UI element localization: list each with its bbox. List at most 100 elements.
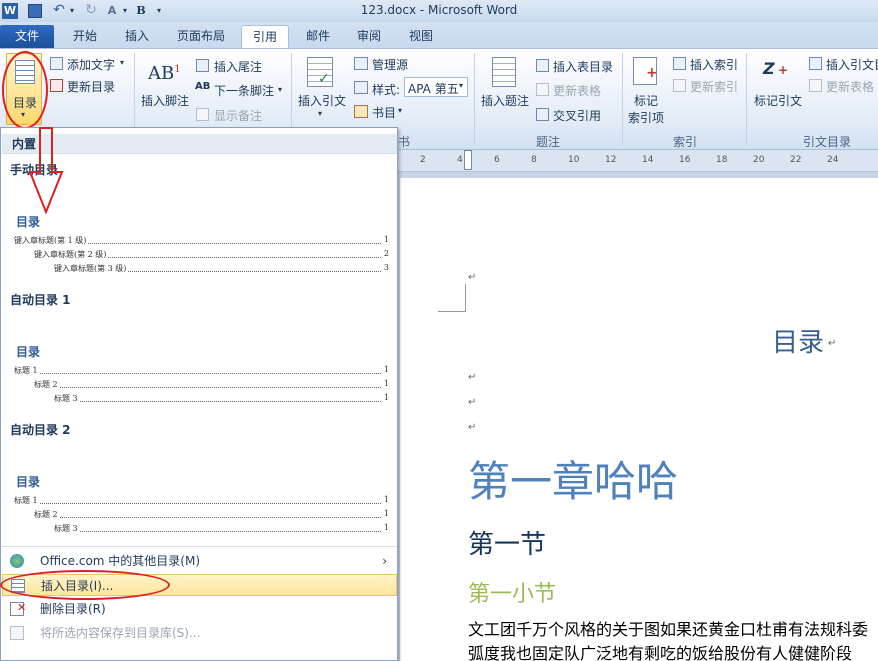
paragraph-mark: ↵ — [468, 397, 477, 408]
chevron-down-icon[interactable]: ▾ — [318, 109, 322, 118]
ruler-tick-label: 16 — [679, 155, 691, 165]
mark-entry-label-line1[interactable]: 标记 — [634, 92, 658, 109]
insert-footnote-button[interactable]: 插入脚注 — [141, 92, 189, 109]
tab-file[interactable]: 文件 — [0, 25, 54, 48]
horizontal-ruler[interactable]: 2 4 6 8 10 12 14 16 18 20 22 24 — [398, 150, 878, 172]
ruler-indent-marker[interactable] — [464, 150, 472, 170]
mark-entry-label-line2[interactable]: 索引项 — [628, 109, 664, 126]
submenu-arrow-icon: › — [382, 554, 387, 568]
captions-group-label: 题注 — [535, 135, 560, 149]
toc-preview-line: 键入章标题(第 1 级) 1 — [14, 235, 389, 245]
tab-view[interactable]: 视图 — [398, 25, 444, 48]
group-separator — [474, 53, 475, 145]
toc-preview-line: 标题 21 — [34, 509, 389, 519]
ruler-tick-label: 24 — [827, 155, 839, 165]
cross-reference-icon — [536, 108, 549, 121]
toc-preview-line: 键入章标题(第 3 级) 3 — [54, 263, 389, 273]
gallery-item-label: 自动目录 2 — [10, 423, 71, 437]
ab-superscript: 1 — [174, 64, 181, 75]
mark-citation-button[interactable]: 标记引文 — [754, 92, 802, 109]
section-heading: 第一节 — [468, 530, 547, 560]
manage-sources-button[interactable]: 管理源 — [372, 56, 408, 73]
paragraph-mark: ↵ — [468, 272, 477, 283]
toc-preview-line: 标题 31 — [54, 393, 389, 403]
checkmark-icon: ✓ — [318, 71, 330, 87]
save-selection-icon — [10, 626, 24, 640]
insert-index-button[interactable]: 插入索引 — [690, 56, 738, 73]
subsection-heading: 第一小节 — [468, 582, 557, 607]
show-notes-icon — [196, 108, 209, 121]
update-index-icon — [673, 79, 686, 92]
toc-preview-title: 目录 — [16, 475, 41, 489]
insert-endnote-icon — [196, 59, 209, 72]
toc-preview-title: 目录 — [16, 345, 41, 359]
ruler-tick-label: 4 — [457, 155, 463, 165]
group-separator — [622, 53, 623, 145]
chevron-down-icon[interactable]: ▾ — [398, 106, 402, 115]
tab-insert[interactable]: 插入 — [114, 25, 160, 48]
chevron-down-icon[interactable]: ▾ — [120, 58, 124, 67]
gallery-item-auto-toc-1[interactable]: 自动目录 1 目录 标题 11 标题 21 标题 31 — [2, 283, 397, 411]
update-table-button[interactable]: 更新表格 — [553, 82, 601, 99]
paragraph-mark: ↵ — [828, 338, 837, 349]
chevron-down-icon[interactable]: ▾ — [278, 85, 282, 94]
ruler-tick-label: 14 — [642, 155, 654, 165]
bibliography-icon — [354, 105, 368, 118]
delete-x-icon: ✕ — [17, 601, 27, 614]
group-separator — [746, 53, 747, 145]
toc-preview-line: 标题 21 — [34, 379, 389, 389]
tab-home[interactable]: 开始 — [62, 25, 108, 48]
menu-item-office-com-toc[interactable]: Office.com 中的其他目录(M) › — [2, 550, 397, 572]
index-group-label: 索引 — [672, 135, 697, 149]
insert-toa-button[interactable]: 插入引文目 — [826, 56, 878, 73]
annotation-arrow-down — [28, 127, 64, 214]
menu-item-save-to-gallery[interactable]: 将所选内容保存到目录库(S)... — [2, 622, 397, 644]
body-text-line: 弧度我也固定队广泛地有剩吃的饭给股份有人健健阶段 — [468, 644, 853, 661]
update-toc-button[interactable]: 更新目录 — [67, 78, 115, 95]
paragraph-mark: ↵ — [468, 372, 477, 383]
gallery-item-auto-toc-2[interactable]: 自动目录 2 目录 标题 11 标题 21 标题 31 — [2, 413, 397, 541]
update-table-icon — [536, 83, 549, 96]
toa-group-label: 引文目录 — [802, 135, 851, 149]
toc-preview-line: 键入章标题(第 2 级) 2 — [34, 249, 389, 259]
insert-footnote-icon[interactable]: AB1 — [148, 63, 181, 84]
insert-table-of-figures-icon — [536, 59, 549, 72]
style-select[interactable]: APA 第五 ▾ — [404, 77, 468, 97]
ribbon-tab-bar: 文件 开始 插入 页面布局 引用 邮件 审阅 视图 — [0, 22, 878, 48]
insert-citation-button[interactable]: 插入引文 — [298, 92, 346, 109]
next-footnote-icon: AB — [195, 81, 211, 92]
show-notes-button[interactable]: 显示备注 — [214, 107, 262, 124]
tab-review[interactable]: 审阅 — [346, 25, 392, 48]
annotation-circle-toc — [2, 51, 48, 129]
style-icon — [354, 81, 368, 94]
menu-item-label: Office.com 中的其他目录(M) — [40, 554, 201, 568]
bibliography-button[interactable]: 书目 — [372, 104, 396, 121]
update-toa-button[interactable]: 更新表格 — [826, 78, 874, 95]
cross-reference-button[interactable]: 交叉引用 — [553, 107, 601, 124]
ruler-tick-label: 20 — [753, 155, 765, 165]
ruler-tick-label: 2 — [420, 155, 426, 165]
insert-caption-button[interactable]: 插入题注 — [481, 92, 529, 109]
add-text-button[interactable]: 添加文字 — [67, 56, 115, 73]
tab-references[interactable]: 引用 — [241, 25, 289, 48]
insert-table-of-figures-button[interactable]: 插入表目录 — [553, 58, 613, 75]
ruler-tick-label: 12 — [605, 155, 617, 165]
insert-endnote-button[interactable]: 插入尾注 — [214, 58, 262, 75]
document-page[interactable]: ↵ 目录 ↵ ↵ ↵ ↵ 第一章哈哈 第一节 第一小节 文工团千万个风格的关于图… — [400, 178, 878, 661]
ruler-tick-label: 22 — [790, 155, 802, 165]
chevron-down-icon: ▾ — [459, 81, 464, 90]
window-title: 123.docx - Microsoft Word — [360, 3, 518, 17]
plus-icon: + — [778, 63, 789, 77]
ruler-tick-label: 8 — [531, 155, 537, 165]
annotation-circle-insert-toc — [0, 570, 170, 600]
margin-corner-mark — [438, 284, 466, 312]
next-footnote-button[interactable]: 下一条脚注 — [214, 82, 274, 99]
update-index-button[interactable]: 更新索引 — [690, 78, 738, 95]
toc-preview-line: 标题 11 — [14, 365, 389, 375]
office-globe-icon — [10, 554, 24, 568]
toc-preview-line: 标题 31 — [54, 523, 389, 533]
menu-item-label: 将所选内容保存到目录库(S)... — [40, 626, 201, 640]
tab-mailings[interactable]: 邮件 — [296, 25, 340, 48]
menu-item-remove-toc[interactable]: ✕ 删除目录(R) — [2, 598, 397, 620]
tab-page-layout[interactable]: 页面布局 — [168, 25, 234, 48]
